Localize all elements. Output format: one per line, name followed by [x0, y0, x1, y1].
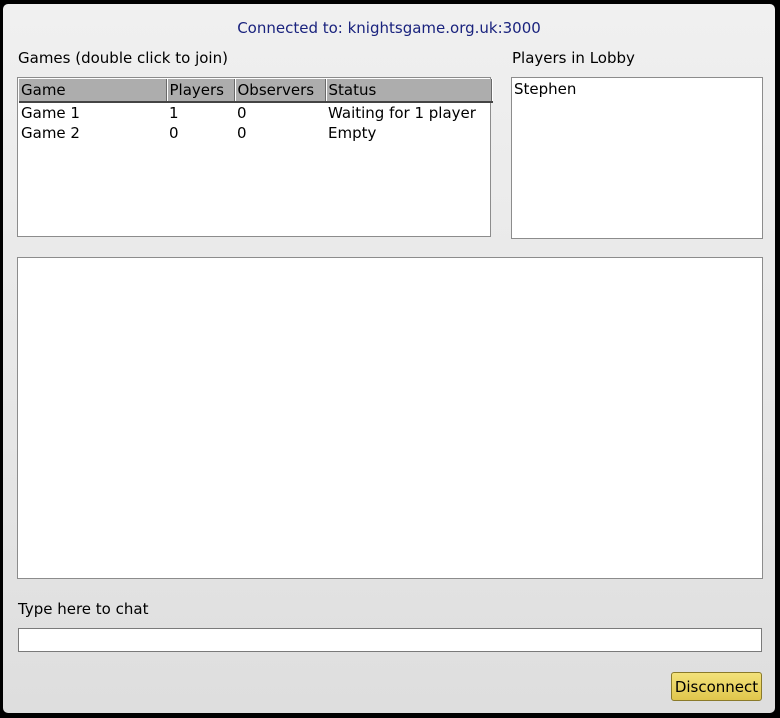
column-header-status[interactable]: Status — [326, 79, 493, 103]
games-label: Games (double click to join) — [18, 49, 228, 67]
games-list[interactable]: Game Players Observers Status Game 1 1 0… — [17, 77, 493, 237]
lobby-players-list[interactable]: Stephen — [511, 77, 763, 239]
game-name-cell: Game 1 — [21, 104, 80, 122]
game-row[interactable]: Game 2 0 0 Empty — [19, 123, 492, 143]
games-table: Game Players Observers Status Game 1 1 0… — [19, 79, 493, 143]
lobby-window: Connected to: knightsgame.org.uk:3000 Ga… — [3, 4, 775, 713]
game-observers-cell: 0 — [237, 104, 247, 122]
game-status-cell: Empty — [328, 124, 377, 142]
column-header-players[interactable]: Players — [167, 79, 236, 103]
game-players-cell: 0 — [169, 124, 179, 142]
games-header-row: Game Players Observers Status — [19, 79, 493, 103]
lobby-player-item[interactable]: Stephen — [514, 80, 576, 98]
chat-input[interactable] — [18, 628, 762, 652]
game-row[interactable]: Game 1 1 0 Waiting for 1 player — [19, 102, 492, 123]
chat-log[interactable] — [17, 257, 763, 579]
chat-label: Type here to chat — [18, 600, 149, 618]
column-header-observers[interactable]: Observers — [235, 79, 327, 103]
lobby-label: Players in Lobby — [512, 49, 635, 67]
game-observers-cell: 0 — [237, 124, 247, 142]
connection-status: Connected to: knightsgame.org.uk:3000 — [237, 19, 541, 37]
game-players-cell: 1 — [169, 104, 179, 122]
game-name-cell: Game 2 — [21, 124, 80, 142]
game-status-cell: Waiting for 1 player — [328, 104, 476, 122]
disconnect-button[interactable]: Disconnect — [671, 672, 762, 701]
column-header-game[interactable]: Game — [19, 79, 168, 103]
